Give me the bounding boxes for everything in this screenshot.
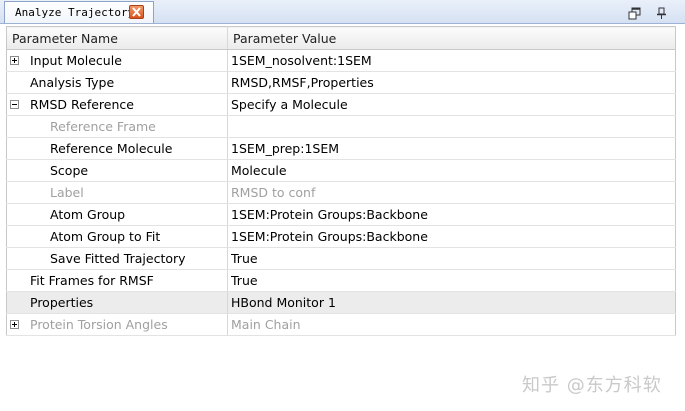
parameter-name: Properties [30, 295, 94, 310]
parameter-value: 1SEM_prep:1SEM [231, 141, 340, 156]
grid-row[interactable]: RMSD Reference Specify a Molecule [6, 93, 676, 116]
parameter-name-cell[interactable]: Input Molecule [6, 49, 228, 72]
parameter-value-cell[interactable]: Molecule [227, 159, 676, 182]
grid-row[interactable]: Properties HBond Monitor 1 [6, 291, 676, 314]
parameter-value: True [231, 251, 258, 266]
parameter-name: Analysis Type [30, 75, 115, 90]
column-header-value[interactable]: Parameter Value [227, 26, 676, 50]
close-icon[interactable] [129, 5, 144, 19]
watermark: 知乎 @东方科软 [522, 375, 662, 396]
parameter-grid: Parameter Name Parameter Value Input Mol… [6, 26, 676, 336]
grid-row[interactable]: Atom Group 1SEM:Protein Groups:Backbone [6, 203, 676, 226]
parameter-name: Atom Group [50, 207, 126, 222]
tab-analyze-trajectory[interactable]: Analyze Trajectory [4, 1, 154, 23]
parameter-name: Scope [50, 163, 89, 178]
parameter-name-cell[interactable]: Fit Frames for RMSF [6, 269, 228, 292]
grid-row[interactable]: Protein Torsion Angles Main Chain [6, 313, 676, 336]
grid-row[interactable]: Fit Frames for RMSF True [6, 269, 676, 292]
parameter-value-cell[interactable]: RMSD to conf [227, 181, 676, 204]
grid-row[interactable]: Atom Group to Fit 1SEM:Protein Groups:Bac… [6, 225, 676, 248]
parameter-name-cell[interactable]: Reference Frame [6, 115, 228, 138]
parameter-value-cell[interactable]: RMSD,RMSF,Properties [227, 71, 676, 94]
parameter-name-cell[interactable]: RMSD Reference [6, 93, 228, 116]
parameter-value: 1SEM:Protein Groups:Backbone [231, 229, 428, 244]
parameter-name-cell[interactable]: Reference Molecule [6, 137, 228, 160]
parameter-name: Reference Molecule [50, 141, 173, 156]
parameter-name: Reference Frame [50, 119, 156, 134]
parameter-value: Main Chain [231, 317, 301, 332]
parameter-value-cell[interactable]: True [227, 247, 676, 270]
grid-row[interactable]: Analysis Type RMSD,RMSF,Properties [6, 71, 676, 94]
parameter-name-cell[interactable]: Atom Group [6, 203, 228, 226]
parameter-value-cell[interactable]: Specify a Molecule [227, 93, 676, 116]
parameter-value: RMSD,RMSF,Properties [231, 75, 374, 90]
expand-icon[interactable] [10, 320, 19, 329]
parameter-name-cell[interactable]: Label [6, 181, 228, 204]
parameter-value-cell[interactable]: Main Chain [227, 313, 676, 336]
column-header-name[interactable]: Parameter Name [6, 26, 228, 50]
expand-icon[interactable] [10, 56, 19, 65]
parameter-value: RMSD to conf [231, 185, 316, 200]
parameter-value: Molecule [231, 163, 287, 178]
parameter-value-cell[interactable]: 1SEM:Protein Groups:Backbone [227, 203, 676, 226]
restore-icon[interactable] [628, 5, 641, 24]
parameter-name: Atom Group to Fit [50, 229, 161, 244]
column-header-label: Parameter Value [233, 30, 337, 46]
parameter-name-cell[interactable]: Save Fitted Trajectory [6, 247, 228, 270]
column-header-label: Parameter Name [12, 30, 118, 46]
parameter-value: Specify a Molecule [231, 97, 348, 112]
grid-row[interactable]: Save Fitted Trajectory True [6, 247, 676, 270]
parameter-value: True [231, 273, 258, 288]
grid-row[interactable]: Label RMSD to conf [6, 181, 676, 204]
grid-row[interactable]: Reference Frame [6, 115, 676, 138]
parameter-name: RMSD Reference [30, 97, 134, 112]
title-bar: Analyze Trajectory [0, 0, 685, 24]
parameter-value-cell[interactable] [227, 115, 676, 138]
pin-icon[interactable] [656, 5, 667, 24]
tab-title: Analyze Trajectory [15, 6, 135, 19]
parameter-name-cell[interactable]: Analysis Type [6, 71, 228, 94]
parameter-name: Fit Frames for RMSF [30, 273, 154, 288]
parameter-name: Save Fitted Trajectory [50, 251, 186, 266]
collapse-icon[interactable] [10, 100, 19, 109]
grid-row[interactable]: Reference Molecule 1SEM_prep:1SEM [6, 137, 676, 160]
parameter-name-cell[interactable]: Scope [6, 159, 228, 182]
parameter-name-cell[interactable]: Protein Torsion Angles [6, 313, 228, 336]
parameter-name-cell[interactable]: Properties [6, 291, 228, 314]
parameter-name: Protein Torsion Angles [30, 317, 168, 332]
parameter-value-cell[interactable]: 1SEM_prep:1SEM [227, 137, 676, 160]
grid-header-row: Parameter Name Parameter Value [6, 26, 676, 50]
parameter-name: Input Molecule [30, 53, 122, 68]
parameter-name: Label [50, 185, 84, 200]
grid-row[interactable]: Scope Molecule [6, 159, 676, 182]
parameter-value-cell[interactable]: True [227, 269, 676, 292]
parameter-name-cell[interactable]: Atom Group to Fit [6, 225, 228, 248]
parameter-value: HBond Monitor 1 [231, 295, 336, 310]
parameter-value-cell[interactable]: 1SEM_nosolvent:1SEM [227, 49, 676, 72]
parameter-value-cell[interactable]: 1SEM:Protein Groups:Backbone [227, 225, 676, 248]
grid-row[interactable]: Input Molecule 1SEM_nosolvent:1SEM [6, 49, 676, 72]
parameter-value: 1SEM_nosolvent:1SEM [231, 53, 372, 68]
parameter-value: 1SEM:Protein Groups:Backbone [231, 207, 428, 222]
parameter-value-cell[interactable]: HBond Monitor 1 [227, 291, 676, 314]
